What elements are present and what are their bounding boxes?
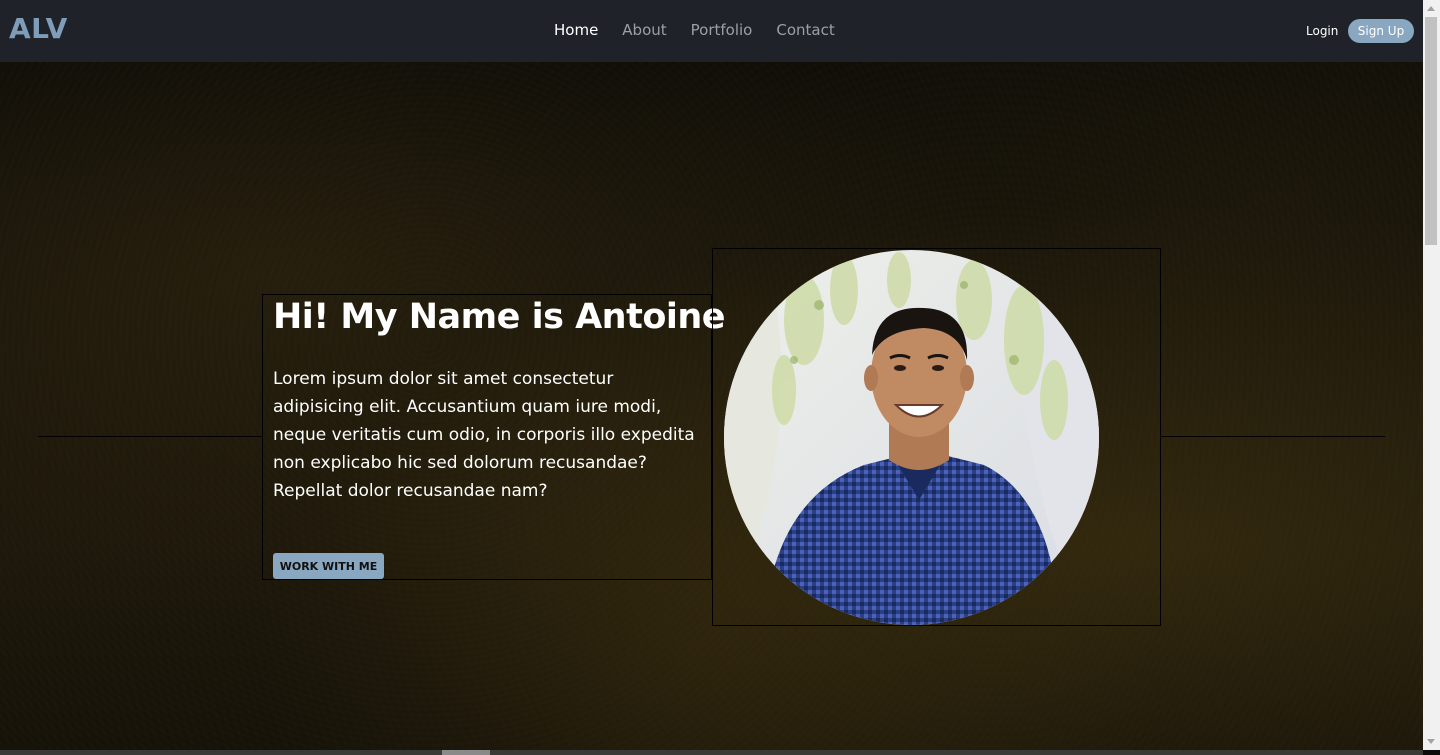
- portrait-illustration: [724, 250, 1099, 625]
- work-with-me-button[interactable]: WORK WITH ME: [273, 553, 384, 579]
- signup-button[interactable]: Sign Up: [1348, 19, 1414, 43]
- navbar: ALV Home About Portfolio Contact Login S…: [0, 0, 1423, 62]
- nav-links: Home About Portfolio Contact: [554, 21, 835, 39]
- hero-section: Hi! My Name is Antoine Lorem ipsum dolor…: [0, 62, 1423, 750]
- page: ALV Home About Portfolio Contact Login S…: [0, 0, 1440, 755]
- brand-logo[interactable]: ALV: [9, 12, 68, 45]
- hero-text-box: Hi! My Name is Antoine Lorem ipsum dolor…: [262, 294, 726, 580]
- nav-link-home[interactable]: Home: [554, 21, 598, 39]
- horizontal-scrollbar-thumb[interactable]: [442, 750, 490, 755]
- hero-title: Hi! My Name is Antoine: [273, 297, 726, 337]
- nav-link-about[interactable]: About: [622, 21, 666, 39]
- decorative-line-left: [38, 436, 262, 437]
- nav-link-contact[interactable]: Contact: [776, 21, 834, 39]
- horizontal-scrollbar[interactable]: [0, 750, 1423, 755]
- vertical-scrollbar[interactable]: [1423, 0, 1440, 750]
- vertical-scrollbar-thumb[interactable]: [1425, 17, 1437, 245]
- nav-link-portfolio[interactable]: Portfolio: [691, 21, 753, 39]
- decorative-line-right: [1161, 436, 1385, 437]
- scroll-down-arrow-icon[interactable]: [1427, 739, 1435, 744]
- portrait-frame: [712, 248, 1161, 626]
- login-link[interactable]: Login: [1306, 24, 1338, 38]
- scroll-up-arrow-icon[interactable]: [1427, 6, 1435, 11]
- hero-paragraph: Lorem ipsum dolor sit amet consectetur a…: [273, 369, 695, 501]
- portrait-photo: [724, 250, 1099, 625]
